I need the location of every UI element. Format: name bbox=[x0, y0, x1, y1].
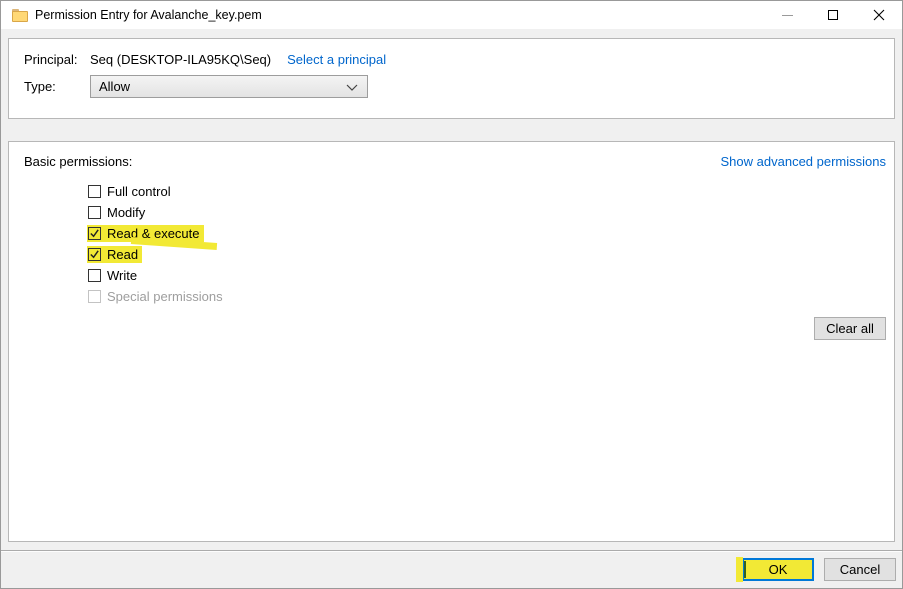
minimize-icon bbox=[782, 15, 793, 16]
read-execute-label: Read & execute bbox=[107, 226, 200, 241]
close-button[interactable] bbox=[856, 1, 902, 29]
special-permissions-label: Special permissions bbox=[107, 289, 223, 304]
full-control-checkbox[interactable] bbox=[88, 185, 101, 198]
type-label: Type: bbox=[24, 79, 90, 94]
type-row: Type: Allow bbox=[24, 75, 884, 98]
permissions-header: Basic permissions: Show advanced permiss… bbox=[24, 154, 886, 169]
modify-option[interactable]: Modify bbox=[87, 204, 149, 221]
basic-permissions-panel: Basic permissions: Show advanced permiss… bbox=[8, 141, 895, 542]
principal-panel: Principal: Seq (DESKTOP-ILA95KQ\Seq) Sel… bbox=[8, 38, 895, 119]
clear-all-button[interactable]: Clear all bbox=[814, 317, 886, 340]
maximize-icon bbox=[828, 10, 838, 20]
write-option[interactable]: Write bbox=[87, 267, 141, 284]
permission-row-full-control: Full control bbox=[87, 181, 886, 202]
ok-button[interactable]: OK bbox=[742, 558, 814, 581]
footer: OK Cancel bbox=[1, 551, 902, 588]
read-checkbox[interactable] bbox=[88, 248, 101, 261]
title-bar: Permission Entry for Avalanche_key.pem bbox=[1, 1, 902, 29]
write-checkbox[interactable] bbox=[88, 269, 101, 282]
principal-row: Principal: Seq (DESKTOP-ILA95KQ\Seq) Sel… bbox=[24, 52, 884, 67]
window-title: Permission Entry for Avalanche_key.pem bbox=[35, 8, 262, 22]
close-icon bbox=[873, 9, 885, 21]
write-label: Write bbox=[107, 268, 137, 283]
select-principal-link[interactable]: Select a principal bbox=[287, 52, 386, 67]
window-controls bbox=[764, 1, 902, 29]
special-permissions-option: Special permissions bbox=[87, 288, 227, 305]
permission-row-special: Special permissions bbox=[87, 286, 886, 307]
principal-label: Principal: bbox=[24, 52, 90, 67]
maximize-button[interactable] bbox=[810, 1, 856, 29]
modify-checkbox[interactable] bbox=[88, 206, 101, 219]
type-dropdown[interactable]: Allow bbox=[90, 75, 368, 98]
read-execute-checkbox[interactable] bbox=[88, 227, 101, 240]
type-dropdown-value: Allow bbox=[99, 79, 130, 94]
folder-icon bbox=[12, 9, 28, 22]
modify-label: Modify bbox=[107, 205, 145, 220]
checkmark-icon bbox=[89, 228, 100, 239]
full-control-option[interactable]: Full control bbox=[87, 183, 175, 200]
chevron-down-icon bbox=[346, 84, 358, 91]
basic-permissions-title: Basic permissions: bbox=[24, 154, 132, 169]
checkmark-icon bbox=[89, 249, 100, 260]
read-label: Read bbox=[107, 247, 138, 262]
permission-row-read-execute: Read & execute bbox=[87, 223, 886, 244]
full-control-label: Full control bbox=[107, 184, 171, 199]
cancel-button[interactable]: Cancel bbox=[824, 558, 896, 581]
minimize-button[interactable] bbox=[764, 1, 810, 29]
read-option[interactable]: Read bbox=[87, 246, 142, 263]
show-advanced-permissions-link[interactable]: Show advanced permissions bbox=[721, 154, 886, 169]
permission-list: Full control Modify Read & execute bbox=[87, 181, 886, 307]
permission-row-write: Write bbox=[87, 265, 886, 286]
clear-all-row: Clear all bbox=[24, 317, 886, 340]
permission-entry-dialog: Permission Entry for Avalanche_key.pem P… bbox=[0, 0, 903, 589]
read-execute-option[interactable]: Read & execute bbox=[87, 225, 204, 242]
permission-row-modify: Modify bbox=[87, 202, 886, 223]
principal-value: Seq (DESKTOP-ILA95KQ\Seq) bbox=[90, 52, 271, 67]
special-permissions-checkbox bbox=[88, 290, 101, 303]
